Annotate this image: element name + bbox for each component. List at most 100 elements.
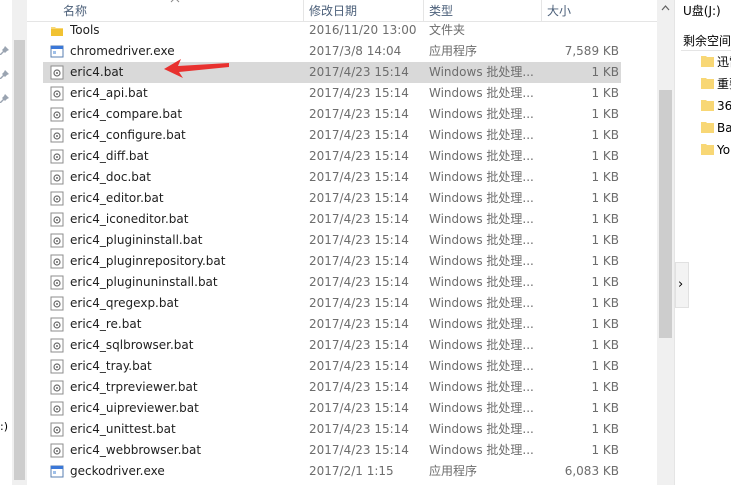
file-row[interactable]: eric4_webbrowser.bat 2017/4/23 15:14 Windo… [43, 440, 621, 461]
file-name: eric4_diff.bat [70, 149, 149, 163]
file-row[interactable]: eric4_doc.bat 2017/4/23 15:14 Windows 批处理.… [43, 167, 621, 188]
bat-icon [50, 191, 64, 206]
file-type: Windows 批处理... [429, 149, 534, 163]
file-row[interactable]: eric4_pluginuninstall.bat 2017/4/23 15:14… [43, 272, 621, 293]
file-row[interactable]: eric4_unittest.bat 2017/4/23 15:14 Windows… [43, 419, 621, 440]
file-row[interactable]: chromedriver.exe 2017/3/8 14:04 应用程序 7,589 … [43, 41, 621, 62]
file-name: geckodriver.exe [70, 464, 165, 478]
file-name: eric4_sqlbrowser.bat [70, 338, 194, 352]
file-size: 1 KB [591, 317, 619, 331]
file-name: eric4_trpreviewer.bat [70, 380, 198, 394]
file-type: Windows 批处理... [429, 275, 534, 289]
file-date: 2017/4/23 15:14 [309, 86, 409, 100]
file-date: 2017/4/23 15:14 [309, 401, 409, 415]
file-name: eric4_pluginuninstall.bat [70, 275, 218, 289]
side-folder-label: 迅雷 [717, 55, 731, 69]
file-row[interactable]: eric4_editor.bat 2017/4/23 15:14 Windows 批… [43, 188, 621, 209]
file-size: 1 KB [591, 380, 619, 394]
file-row[interactable]: eric4_api.bat 2017/4/23 15:14 Windows 批处理.… [43, 83, 621, 104]
file-size: 1 KB [591, 401, 619, 415]
bat-icon [50, 443, 64, 458]
file-row[interactable]: geckodriver.exe 2017/2/1 1:15 应用程序 6,083 KB [43, 461, 621, 482]
bat-icon [50, 296, 64, 311]
folder-icon [50, 23, 64, 38]
file-size: 1 KB [591, 254, 619, 268]
file-name: eric4_unittest.bat [70, 422, 176, 436]
annotation-arrow-icon [164, 59, 229, 78]
file-type: 应用程序 [429, 464, 478, 478]
file-size: 1 KB [591, 149, 619, 163]
pin-icon[interactable] [0, 70, 10, 80]
file-size: 1 KB [591, 296, 619, 310]
file-date: 2017/2/1 1:15 [309, 464, 394, 478]
file-date: 2017/4/23 15:14 [309, 107, 409, 121]
file-name: eric4_configure.bat [70, 128, 186, 142]
file-type: Windows 批处理... [429, 422, 534, 436]
file-row[interactable]: eric4.bat 2017/4/23 15:14 Windows 批处理... 1 … [43, 62, 621, 83]
file-name: eric4_api.bat [70, 86, 148, 100]
file-row[interactable]: eric4_iconeditor.bat 2017/4/23 15:14 Windo… [43, 209, 621, 230]
file-name: eric4_webbrowser.bat [70, 443, 202, 457]
bat-icon [50, 422, 64, 437]
nav-scrollbar-thumb[interactable] [14, 40, 25, 480]
file-row[interactable]: eric4_pluginrepository.bat 2017/4/23 15:1… [43, 251, 621, 272]
column-name[interactable]: 名称 [43, 0, 303, 22]
file-type: Windows 批处理... [429, 443, 534, 457]
file-row[interactable]: eric4_qregexp.bat 2017/4/23 15:14 Windows … [43, 293, 621, 314]
file-type: Windows 批处理... [429, 191, 534, 205]
file-size: 1 KB [591, 107, 619, 121]
file-type: Windows 批处理... [429, 65, 534, 79]
nav-scrollbar[interactable] [12, 0, 27, 485]
file-name: eric4_qregexp.bat [70, 296, 179, 310]
free-space-label: 剩余空间 [683, 34, 731, 48]
file-date: 2017/4/23 15:14 [309, 317, 409, 331]
file-row[interactable]: eric4_compare.bat 2017/4/23 15:14 Windows … [43, 104, 621, 125]
file-date: 2017/4/23 15:14 [309, 149, 409, 163]
divider [681, 50, 731, 51]
file-row[interactable]: eric4_diff.bat 2017/4/23 15:14 Windows 批处理… [43, 146, 621, 167]
column-size[interactable]: 大小 [541, 0, 651, 22]
file-row[interactable]: eric4_tray.bat 2017/4/23 15:14 Windows 批处理… [43, 356, 621, 377]
file-date: 2017/4/23 15:14 [309, 338, 409, 352]
file-name: eric4_uipreviewer.bat [70, 401, 199, 415]
nav-item-fragment[interactable]: :) [0, 420, 8, 433]
drive-title: U盘(J:) [683, 4, 721, 18]
file-date: 2017/4/23 15:14 [309, 212, 409, 226]
file-type: Windows 批处理... [429, 170, 534, 184]
file-date: 2017/4/23 15:14 [309, 422, 409, 436]
file-type: Windows 批处理... [429, 380, 534, 394]
pin-icon[interactable] [0, 46, 10, 56]
pin-icon[interactable] [0, 94, 10, 104]
file-list-scrollbar-thumb[interactable] [659, 90, 672, 338]
file-date: 2017/4/23 15:14 [309, 296, 409, 310]
file-date: 2017/4/23 15:14 [309, 191, 409, 205]
file-type: Windows 批处理... [429, 317, 534, 331]
column-type[interactable]: 类型 [423, 0, 541, 22]
file-type: Windows 批处理... [429, 254, 534, 268]
file-row[interactable]: eric4_uipreviewer.bat 2017/4/23 15:14 Wind… [43, 398, 621, 419]
file-type: Windows 批处理... [429, 296, 534, 310]
pane-expand-button[interactable]: › [675, 262, 689, 308]
file-row[interactable]: eric4_plugininstall.bat 2017/4/23 15:14 Wi… [43, 230, 621, 251]
file-name: eric4_plugininstall.bat [70, 233, 203, 247]
file-row[interactable]: eric4_configure.bat 2017/4/23 15:14 Window… [43, 125, 621, 146]
file-row[interactable]: eric4_sqlbrowser.bat 2017/4/23 15:14 Windo… [43, 335, 621, 356]
bat-icon [50, 128, 64, 143]
bat-icon [50, 86, 64, 101]
file-row[interactable]: Tools 2016/11/20 13:00 文件夹 [43, 20, 621, 41]
file-name: Tools [70, 23, 100, 37]
file-row[interactable]: eric4_trpreviewer.bat 2017/4/23 15:14 Wind… [43, 377, 621, 398]
side-folder-label: 重要 [717, 77, 731, 91]
column-date[interactable]: 修改日期 [303, 0, 423, 22]
file-list-scrollbar[interactable] [657, 0, 674, 485]
file-type: Windows 批处理... [429, 338, 534, 352]
scroll-up-icon[interactable] [661, 4, 670, 12]
file-row[interactable]: eric4_re.bat 2017/4/23 15:14 Windows 批处理..… [43, 314, 621, 335]
file-size: 1 KB [591, 86, 619, 100]
bat-icon [50, 254, 64, 269]
file-date: 2017/4/23 15:14 [309, 380, 409, 394]
file-date: 2017/3/8 14:04 [309, 44, 402, 58]
exe-icon [50, 44, 64, 59]
chevron-right-icon: › [678, 277, 684, 292]
file-name: eric4_pluginrepository.bat [70, 254, 226, 268]
